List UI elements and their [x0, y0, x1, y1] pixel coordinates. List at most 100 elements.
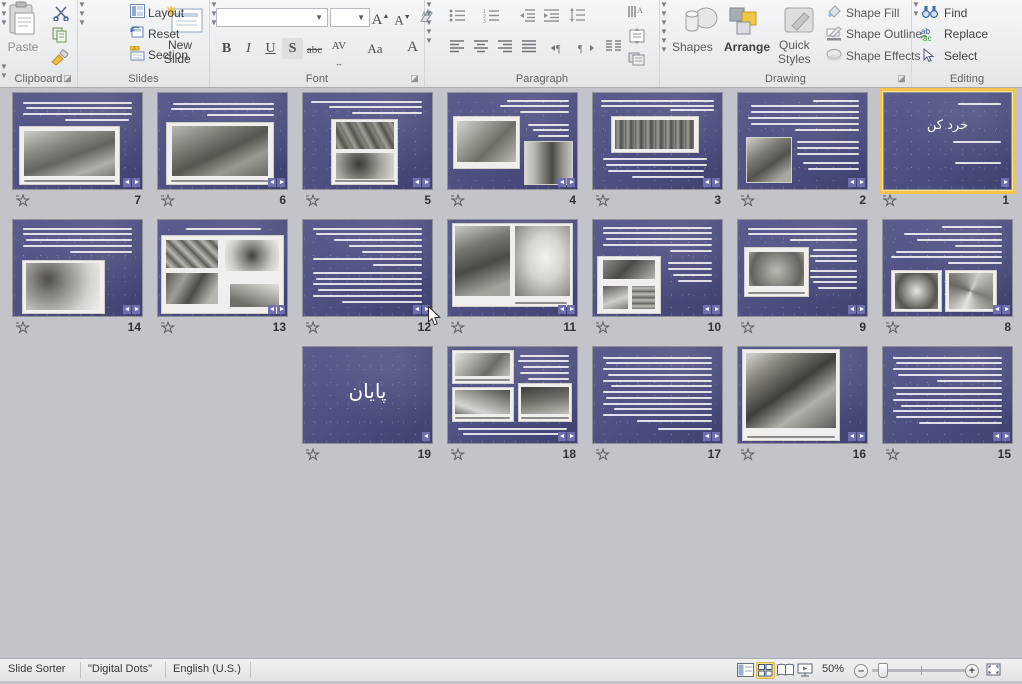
reading-view-button[interactable]: [776, 662, 795, 679]
slide-surface[interactable]: [737, 219, 868, 317]
fit-slide-to-window-icon[interactable]: [985, 662, 1002, 683]
slide-transition-icon[interactable]: [422, 432, 430, 441]
animation-star-icon[interactable]: [305, 320, 321, 334]
slide-sorter-view-button[interactable]: [756, 662, 775, 679]
animation-star-icon[interactable]: [885, 320, 901, 334]
slide-transition-icon[interactable]: [558, 432, 575, 441]
slide-transition-icon[interactable]: [558, 305, 575, 314]
shrink-font-button[interactable]: A▼: [392, 7, 413, 28]
slide-surface[interactable]: [302, 219, 433, 317]
slide-thumbnail-13[interactable]: 13: [157, 219, 290, 337]
slide-thumbnail-10[interactable]: 10: [592, 219, 725, 337]
animation-star-icon[interactable]: [885, 447, 901, 461]
replace-icon[interactable]: ab ac: [920, 26, 939, 47]
slide-thumbnail-9[interactable]: 9: [737, 219, 870, 337]
slide-surface[interactable]: [12, 92, 143, 190]
columns-icon[interactable]: [605, 40, 622, 58]
normal-view-button[interactable]: [736, 662, 755, 679]
slide-transition-icon[interactable]: [558, 178, 575, 187]
animation-star-icon[interactable]: [595, 193, 611, 207]
align-center-icon[interactable]: [473, 40, 489, 58]
slide-show-view-button[interactable]: [796, 662, 815, 679]
quick-styles-icon[interactable]: [782, 6, 818, 41]
slide-thumbnail-2[interactable]: 2: [737, 92, 870, 210]
slide-surface[interactable]: [592, 219, 723, 317]
bold-button[interactable]: B: [216, 38, 237, 59]
status-language[interactable]: English (U.S.): [173, 663, 241, 675]
slide-thumbnail-12[interactable]: 12: [302, 219, 435, 337]
font-dialog-launcher[interactable]: ◪: [409, 73, 420, 84]
slide-thumbnail-6[interactable]: 6: [157, 92, 290, 210]
slide-surface[interactable]: [157, 92, 288, 190]
slide-thumbnail-18[interactable]: 18: [447, 346, 580, 464]
slide-thumbnail-19[interactable]: پایان 19: [302, 346, 435, 464]
increase-indent-icon[interactable]: [543, 8, 560, 28]
animation-star-icon[interactable]: [595, 320, 611, 334]
copy-icon[interactable]: [52, 27, 68, 48]
slide-transition-icon[interactable]: [848, 305, 865, 314]
font-name-combo[interactable]: ▼: [216, 8, 328, 27]
slide-thumbnail-11[interactable]: 11: [447, 219, 580, 337]
shape-fill-label[interactable]: Shape Fill: [846, 6, 899, 20]
underline-button[interactable]: U: [260, 38, 281, 59]
slide-sorter-workspace[interactable]: 7 6 5 4 3 2 خرد کن 1 14 13 12 11 10 9 8 …: [0, 88, 1022, 658]
find-label[interactable]: Find: [944, 6, 967, 20]
animation-star-icon[interactable]: [15, 320, 31, 334]
slide-transition-icon[interactable]: [703, 432, 720, 441]
convert-to-smartart-icon[interactable]: [628, 50, 646, 71]
slide-surface[interactable]: [737, 92, 868, 190]
numbering-icon[interactable]: 123: [483, 8, 500, 28]
slide-transition-icon[interactable]: [413, 178, 430, 187]
slide-thumbnail-3[interactable]: 3: [592, 92, 725, 210]
drawing-dialog-launcher[interactable]: ◪: [896, 73, 907, 84]
quick-styles-label-line2[interactable]: Styles: [778, 52, 811, 66]
animation-star-icon[interactable]: [305, 447, 321, 461]
zoom-slider-thumb[interactable]: [878, 663, 888, 678]
decrease-indent-icon[interactable]: [519, 8, 536, 28]
slide-thumbnail-14[interactable]: 14: [12, 219, 145, 337]
section-icon[interactable]: [129, 45, 145, 66]
change-case-button[interactable]: Aa: [362, 38, 388, 59]
slide-surface[interactable]: [737, 346, 868, 444]
binoculars-icon[interactable]: [922, 5, 938, 24]
slide-transition-icon[interactable]: [848, 432, 865, 441]
slide-surface[interactable]: [592, 346, 723, 444]
shape-outline-icon[interactable]: [826, 26, 842, 47]
font-name-caret[interactable]: ▼: [315, 13, 323, 22]
animation-star-icon[interactable]: [595, 447, 611, 461]
slide-transition-icon[interactable]: [993, 432, 1010, 441]
select-label[interactable]: Select: [944, 49, 977, 63]
slide-thumbnail-1[interactable]: خرد کن 1: [879, 88, 1019, 210]
arrange-label[interactable]: Arrange: [724, 40, 770, 54]
shape-effects-icon[interactable]: [826, 48, 842, 67]
slide-surface[interactable]: [592, 92, 723, 190]
slide-transition-icon[interactable]: [268, 178, 285, 187]
font-size-caret[interactable]: ▼: [357, 13, 365, 22]
slide-transition-icon[interactable]: [703, 178, 720, 187]
slide-surface[interactable]: [157, 219, 288, 317]
slide-surface[interactable]: [882, 219, 1013, 317]
slide-thumbnail-5[interactable]: 5: [302, 92, 435, 210]
shape-fill-icon[interactable]: [826, 5, 842, 25]
cursor-arrow-icon[interactable]: [923, 47, 937, 68]
animation-star-icon[interactable]: [160, 320, 176, 334]
animation-star-icon[interactable]: [450, 447, 466, 461]
slide-surface[interactable]: [12, 219, 143, 317]
text-direction-icon[interactable]: A: [628, 4, 646, 25]
animation-star-icon[interactable]: [450, 193, 466, 207]
slide-thumbnail-15[interactable]: 15: [882, 346, 1015, 464]
slide-transition-icon[interactable]: [703, 305, 720, 314]
grow-font-button[interactable]: A▲: [370, 6, 391, 28]
shape-outline-label[interactable]: Shape Outline: [846, 27, 922, 41]
animation-star-icon[interactable]: [740, 320, 756, 334]
slide-transition-icon[interactable]: [1001, 178, 1009, 187]
replace-label[interactable]: Replace: [944, 27, 988, 41]
slide-surface[interactable]: پایان: [302, 346, 433, 444]
slide-surface[interactable]: [447, 92, 578, 190]
section-label[interactable]: Section: [148, 48, 188, 62]
animation-star-icon[interactable]: [740, 447, 756, 461]
strikethrough-button[interactable]: abc: [304, 40, 325, 61]
shape-effects-label[interactable]: Shape Effects: [846, 49, 921, 63]
slide-surface[interactable]: [447, 219, 578, 317]
zoom-percent-label[interactable]: 50%: [822, 663, 844, 675]
